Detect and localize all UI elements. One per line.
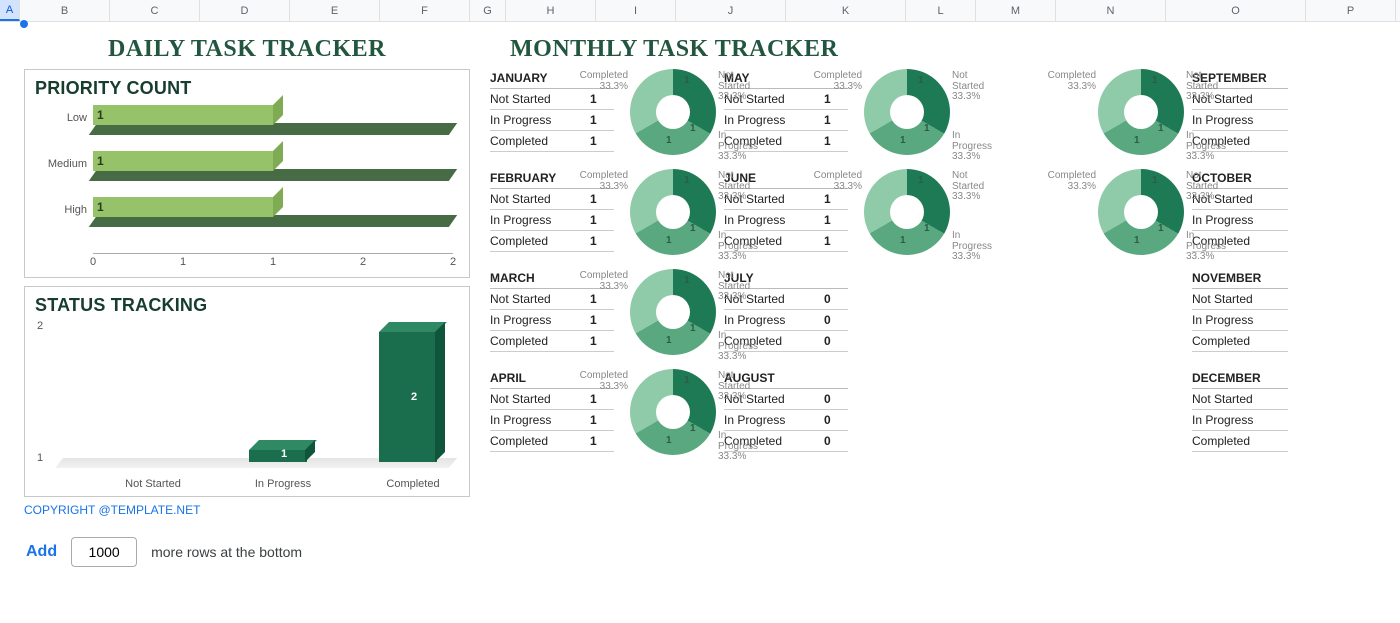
month-donut: Completed33.3%Not Started33.3%In Progres…: [630, 269, 716, 355]
status-tracking-chart[interactable]: STATUS TRACKING 12 12Not StartedIn Progr…: [24, 286, 470, 497]
month-donut: Completed33.3%Not Started33.3%In Progres…: [630, 369, 716, 455]
month-donut: Completed33.3%Not Started33.3%In Progres…: [1098, 69, 1184, 155]
col-B[interactable]: B: [20, 0, 110, 21]
monthly-title: MONTHLY TASK TRACKER: [510, 36, 1382, 63]
month-donut: Completed33.3%Not Started33.3%In Progres…: [630, 69, 716, 155]
month-donut: Completed33.3%Not Started33.3%In Progres…: [864, 169, 950, 255]
col-P[interactable]: P: [1306, 0, 1396, 21]
priority-row-high: High1: [35, 195, 459, 233]
month-donut: Completed33.3%Not Started33.3%In Progres…: [630, 169, 716, 255]
col-N[interactable]: N: [1056, 0, 1166, 21]
priority-row-medium: Medium1: [35, 149, 459, 187]
month-cell: [958, 369, 1184, 455]
col-L[interactable]: L: [906, 0, 976, 21]
col-I[interactable]: I: [596, 0, 676, 21]
col-E[interactable]: E: [290, 0, 380, 21]
col-J[interactable]: J: [676, 0, 786, 21]
col-K[interactable]: K: [786, 0, 906, 21]
month-cell: JANUARYNot Started1In Progress1Completed…: [490, 69, 716, 155]
month-cell: DECEMBERNot StartedIn ProgressCompleted: [1192, 369, 1288, 455]
daily-title: DAILY TASK TRACKER: [24, 36, 470, 63]
month-name: NOVEMBER: [1192, 269, 1288, 289]
add-rows-button[interactable]: Add: [26, 543, 57, 561]
month-cell: FEBRUARYNot Started1In Progress1Complete…: [490, 169, 716, 255]
col-M[interactable]: M: [976, 0, 1056, 21]
col-F[interactable]: F: [380, 0, 470, 21]
add-rows-label: more rows at the bottom: [151, 544, 302, 560]
month-name: DECEMBER: [1192, 369, 1288, 389]
month-donut: Completed33.3%Not Started33.3%In Progres…: [864, 69, 950, 155]
col-G[interactable]: G: [470, 0, 506, 21]
col-C[interactable]: C: [110, 0, 200, 21]
status-tracking-title: STATUS TRACKING: [35, 295, 459, 316]
add-rows-input[interactable]: [71, 537, 137, 567]
month-table: DECEMBERNot StartedIn ProgressCompleted: [1192, 369, 1288, 455]
priority-row-low: Low1: [35, 103, 459, 141]
month-donut: Completed33.3%Not Started33.3%In Progres…: [1098, 169, 1184, 255]
copyright-link[interactable]: COPYRIGHT @TEMPLATE.NET: [24, 503, 1382, 517]
col-A[interactable]: A: [0, 0, 20, 21]
month-cell: APRILNot Started1In Progress1Completed1C…: [490, 369, 716, 455]
column-headers[interactable]: ABCDEFGHIJKLMNOP: [0, 0, 1400, 22]
priority-count-title: PRIORITY COUNT: [35, 78, 459, 99]
month-table: NOVEMBERNot StartedIn ProgressCompleted: [1192, 269, 1288, 355]
active-cell-indicator: [20, 20, 28, 28]
month-cell: NOVEMBERNot StartedIn ProgressCompleted: [1192, 269, 1288, 355]
month-cell: MARCHNot Started1In Progress1Completed1C…: [490, 269, 716, 355]
month-cell: [958, 269, 1184, 355]
col-D[interactable]: D: [200, 0, 290, 21]
add-rows-footer: Add more rows at the bottom: [0, 521, 1400, 583]
priority-count-chart[interactable]: PRIORITY COUNT Low1Medium1High101122: [24, 69, 470, 278]
col-H[interactable]: H: [506, 0, 596, 21]
col-O[interactable]: O: [1166, 0, 1306, 21]
